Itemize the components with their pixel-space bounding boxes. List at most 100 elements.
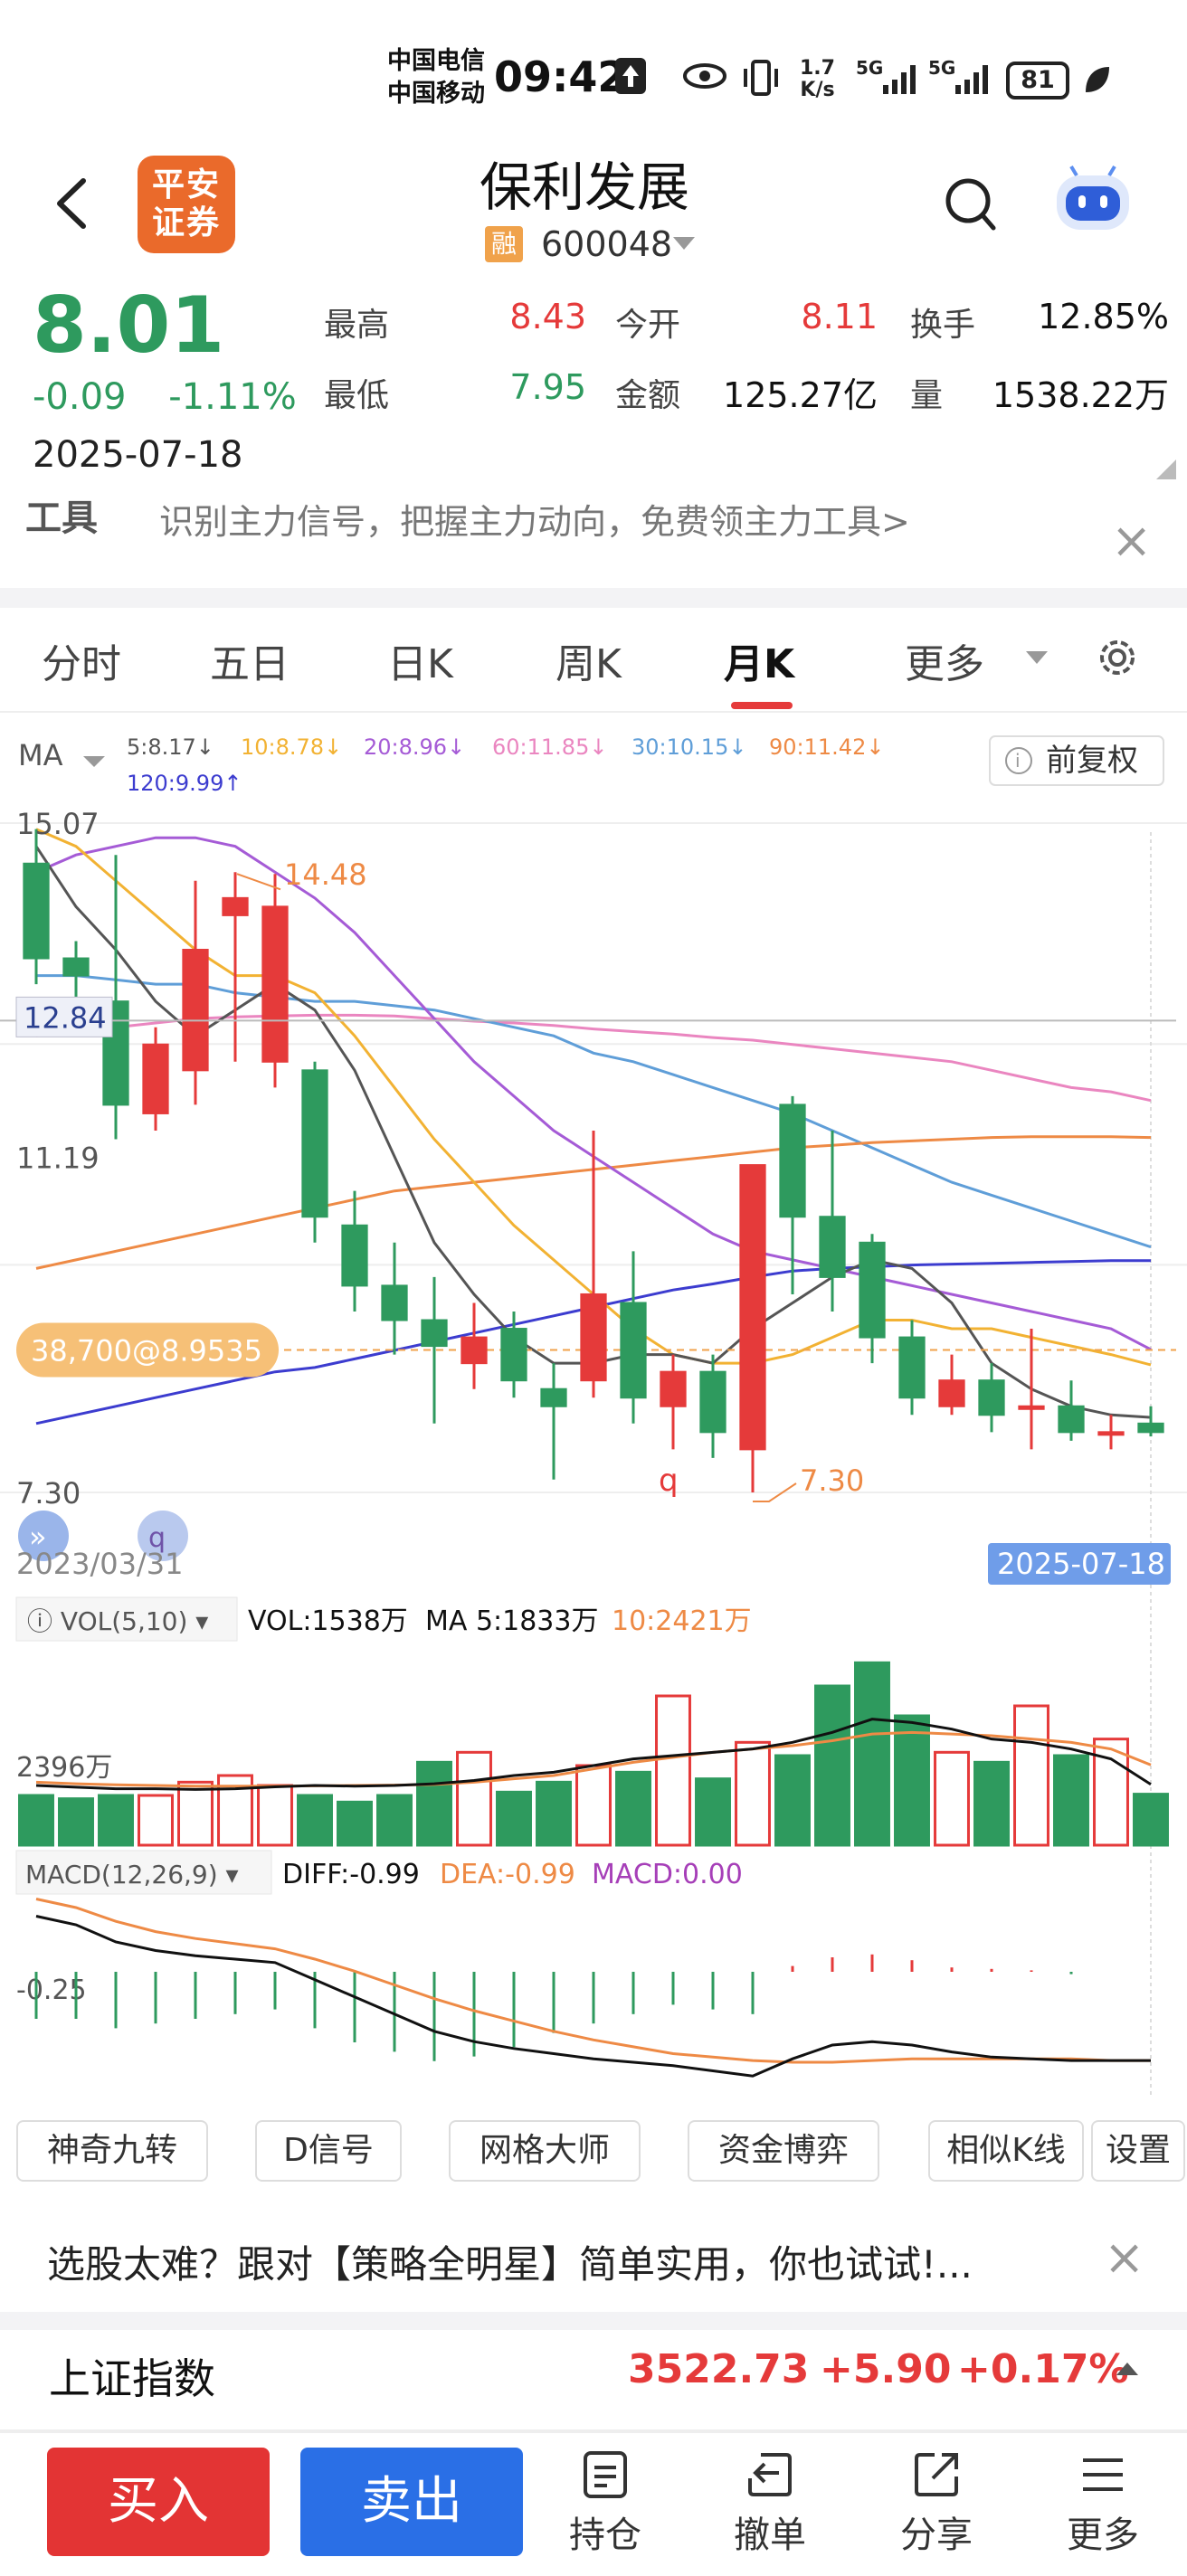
volume-bar	[138, 1794, 174, 1847]
candle-body	[1097, 1431, 1125, 1436]
stock-code[interactable]: 600048	[541, 224, 672, 264]
tab-monthly-k[interactable]: 月K	[724, 631, 794, 689]
ma-legend-item: 30:10.15↓	[631, 734, 746, 760]
back-arrow-icon[interactable]	[45, 172, 100, 235]
tab-daily-k[interactable]: 日K	[387, 631, 453, 689]
volume-bar	[854, 1661, 890, 1847]
tool-button-grid-master[interactable]: 网格大师	[449, 2120, 641, 2182]
volume-bar	[18, 1794, 54, 1847]
x-start-label: 2023/03/31	[16, 1547, 183, 1581]
nav-more[interactable]: 更多	[1044, 2442, 1162, 2569]
kline-chart[interactable]: MA 5:8.17↓ 10:8.78↓ 20:8.96↓ 60:11.85↓ 30:10.…	[0, 715, 1187, 2098]
tool-button-settings[interactable]: 设置	[1091, 2120, 1185, 2182]
tool-button-similar-k[interactable]: 相似K线	[928, 2120, 1084, 2182]
info-icon-glyph: i	[1015, 750, 1021, 772]
candle-body	[540, 1387, 567, 1407]
chevron-down-icon[interactable]	[1026, 651, 1048, 664]
sell-button[interactable]: 卖出	[300, 2448, 523, 2556]
ma-label: MA	[18, 738, 63, 772]
price-change: -0.09 -1.11%	[33, 376, 297, 418]
tab-five-day[interactable]: 五日	[210, 631, 290, 689]
volume-value: 1538.22万	[992, 375, 1169, 415]
high-label: 最高	[324, 307, 390, 344]
high-marker: 14.48	[284, 857, 367, 892]
close-icon[interactable]: ×	[1104, 2229, 1144, 2286]
margin-badge: 融	[485, 226, 523, 262]
battery-icon: 81	[1006, 62, 1069, 99]
vol-legend-ma5: MA 5:1833万	[425, 1605, 598, 1637]
svg-text:5G: 5G	[928, 58, 955, 79]
change-value: -0.09	[33, 376, 127, 418]
candle-body	[859, 1241, 886, 1339]
more-icon	[1083, 2458, 1123, 2491]
volume-bar	[337, 1800, 373, 1847]
net-speed-value: 1.7	[800, 57, 835, 80]
candle-body	[62, 957, 90, 977]
ma-legend-item: 60:11.85↓	[492, 734, 607, 760]
volume-bar	[735, 1740, 771, 1847]
tab-intraday[interactable]: 分时	[42, 631, 121, 689]
leaf-icon	[1086, 67, 1109, 92]
candle-body	[182, 949, 209, 1072]
candle-body	[620, 1302, 647, 1399]
net-speed-unit: K/s	[800, 79, 835, 101]
holdings-icon	[584, 2451, 627, 2498]
share-icon	[915, 2453, 958, 2496]
candle-body	[500, 1328, 527, 1382]
candle-body	[1018, 1405, 1045, 1410]
volume-bar	[416, 1760, 452, 1847]
index-change-percent: +0.17%	[957, 2346, 1129, 2392]
broker-logo: 平安 证券	[138, 156, 235, 253]
clock: 09:42	[494, 52, 627, 101]
index-value: 3522.73	[628, 2346, 810, 2392]
candle-body	[261, 905, 289, 1063]
tab-weekly-k[interactable]: 周K	[556, 631, 622, 689]
x-end-label: 2025-07-18	[997, 1547, 1165, 1581]
cost-badge-label: 38,700@8.9535	[31, 1334, 262, 1368]
volume-bar	[695, 1777, 731, 1847]
tool-promo-text[interactable]: 识别主力信号，把握主力动向，免费领主力工具>	[159, 494, 910, 544]
candle-body	[421, 1319, 448, 1348]
net-speed: 1.7 K/s	[800, 58, 835, 101]
amount-value: 125.27亿	[723, 375, 878, 415]
broker-logo-line2: 证券	[151, 204, 221, 242]
carrier-labels: 中国电信 中国移动	[387, 45, 485, 110]
q-marker: q	[659, 1463, 679, 1499]
close-icon[interactable]: ×	[1111, 512, 1152, 569]
tool-button-nine-turn[interactable]: 神奇九转	[16, 2120, 208, 2182]
tool-button-d-signal[interactable]: D信号	[255, 2120, 402, 2182]
volume-bar	[1013, 1704, 1049, 1847]
candle-body	[341, 1224, 368, 1287]
turnover-label: 换手	[910, 307, 976, 344]
chevron-up-icon[interactable]	[1116, 2363, 1138, 2375]
candle-body	[580, 1293, 607, 1382]
macd-legend-diff: DIFF:-0.99	[282, 1859, 420, 1890]
robot-assistant-icon[interactable]	[1049, 163, 1136, 241]
volume-bar	[575, 1764, 612, 1847]
tab-more[interactable]: 更多	[905, 631, 984, 689]
search-icon[interactable]	[943, 174, 999, 237]
nav-cancel-order[interactable]: 撤单	[711, 2442, 829, 2569]
carrier-1: 中国电信	[387, 47, 485, 75]
nav-share[interactable]: 分享	[878, 2442, 995, 2569]
upload-icon	[615, 58, 646, 94]
expand-corner-icon[interactable]	[1156, 459, 1176, 479]
carrier-2: 中国移动	[387, 80, 485, 108]
volume-bar	[1133, 1793, 1169, 1847]
nav-holdings[interactable]: 持仓	[546, 2442, 664, 2569]
volume-bar	[376, 1794, 413, 1847]
buy-button[interactable]: 买入	[47, 2448, 270, 2556]
status-bar: 中国电信 中国移动 09:42 1.7 K/s 5G 5G 81	[0, 0, 1187, 136]
strategy-promo-text[interactable]: 选股太难？跟对【策略全明星】简单实用，你也试试!...	[47, 2234, 973, 2289]
volume-bar	[177, 1780, 214, 1847]
volume-bar	[655, 1694, 691, 1847]
volume-bar	[1053, 1754, 1089, 1847]
crosshair-value: 12.84	[24, 1000, 107, 1035]
volume-bar	[973, 1760, 1010, 1847]
volume-bar	[456, 1750, 492, 1847]
tool-button-fund-game[interactable]: 资金博弈	[688, 2120, 879, 2182]
ma-legend-item: 90:11.42↓	[769, 734, 884, 760]
volume-label: 量	[910, 377, 944, 414]
gear-icon[interactable]	[1093, 633, 1142, 682]
chevron-down-icon[interactable]	[673, 237, 695, 250]
